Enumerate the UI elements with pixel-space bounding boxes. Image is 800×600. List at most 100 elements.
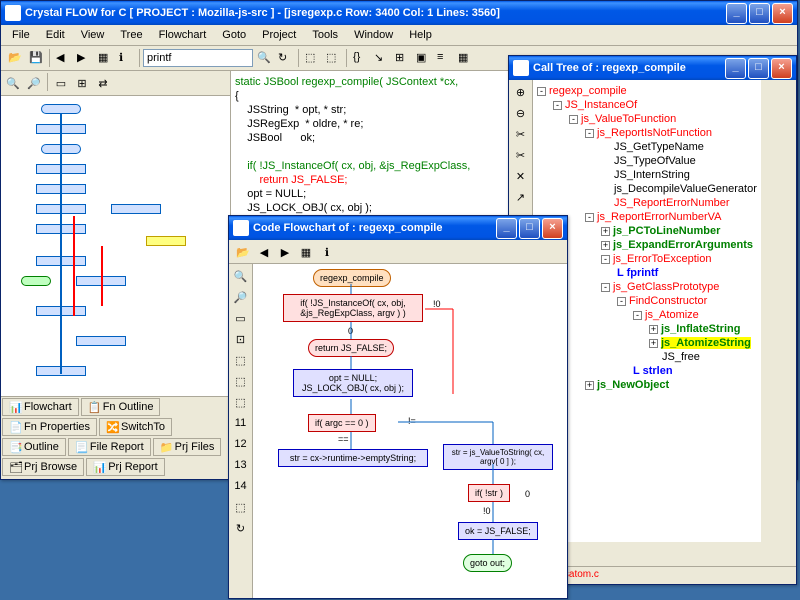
fc-ret1-node[interactable]: return JS_FALSE; — [308, 339, 394, 357]
fc-stmt1-node[interactable]: opt = NULL; JS_LOCK_OBJ( cx, obj ); — [293, 369, 413, 397]
list-icon[interactable]: ≡ — [434, 48, 454, 68]
close-button[interactable]: × — [542, 218, 563, 239]
tree-toggle-icon[interactable]: - — [601, 283, 610, 292]
tree-node[interactable]: -regexp_compile — [537, 84, 757, 98]
layout-icon[interactable]: ⊞ — [72, 73, 92, 93]
maximize-button[interactable]: □ — [749, 3, 770, 24]
tab-prj-browse[interactable]: 🗂Prj Browse — [2, 458, 84, 476]
minimize-button[interactable]: _ — [725, 58, 746, 79]
fc-stmt3-node[interactable]: str = js_ValueToString( cx, argv[ 0 ] ); — [443, 444, 553, 470]
menu-tools[interactable]: Tools — [305, 27, 345, 43]
fc-stmt2-node[interactable]: str = cx->runtime->emptyString; — [278, 449, 428, 467]
tree-node[interactable]: -js_ReportErrorNumberVA — [537, 210, 757, 224]
fit3-icon[interactable]: ⊡ — [231, 329, 251, 349]
close-button[interactable]: × — [771, 58, 792, 79]
maximize-button[interactable]: □ — [748, 58, 769, 79]
tree-node[interactable]: -js_Atomize — [537, 308, 757, 322]
fc-cond3-node[interactable]: if( !str ) — [468, 484, 510, 502]
minimize-button[interactable]: _ — [726, 3, 747, 24]
tree-toggle-icon[interactable]: - — [553, 101, 562, 110]
tree-node[interactable]: +js_NewObject — [537, 378, 757, 392]
zoom-out-icon[interactable]: 🔍 — [3, 73, 23, 93]
tree-node[interactable]: -js_GetClassPrototype — [537, 280, 757, 294]
tree-toggle-icon[interactable]: + — [601, 227, 610, 236]
floppy-icon[interactable]: 💾 — [26, 48, 46, 68]
zoom2-icon[interactable]: 🔎 — [231, 287, 251, 307]
tree-toggle-icon[interactable]: - — [601, 255, 610, 264]
info2-icon[interactable]: ℹ — [317, 242, 337, 262]
tool-a-icon[interactable]: ⬚ — [302, 48, 322, 68]
tree-node[interactable]: -js_ReportIsNotFunction — [537, 126, 757, 140]
n14-icon[interactable]: 14 — [231, 476, 251, 496]
t4-icon[interactable]: ⬚ — [231, 497, 251, 517]
tree-node[interactable]: JS_ReportErrorNumber — [537, 196, 757, 210]
tree-toggle-icon[interactable]: - — [585, 213, 594, 222]
fc-stmt4-node[interactable]: ok = JS_FALSE; — [458, 522, 538, 540]
forward-icon[interactable]: ▶ — [74, 48, 94, 68]
tree-node[interactable]: JS_GetTypeName — [537, 140, 757, 154]
menu-flowchart[interactable]: Flowchart — [152, 27, 214, 43]
tool-b-icon[interactable]: ⬚ — [323, 48, 343, 68]
menu-goto[interactable]: Goto — [215, 27, 253, 43]
tree-toggle-icon[interactable]: + — [649, 325, 658, 334]
tree-node[interactable]: +js_PCToLineNumber — [537, 224, 757, 238]
menu-tree[interactable]: Tree — [113, 27, 149, 43]
open2-icon[interactable]: 📂 — [233, 242, 253, 262]
tab-fn-outline[interactable]: 📋Fn Outline — [81, 398, 161, 416]
search-next-icon[interactable]: ↻ — [275, 48, 295, 68]
tree-node[interactable]: -FindConstructor — [537, 294, 757, 308]
arrow-icon[interactable]: ↗ — [511, 187, 531, 207]
search-icon[interactable]: 🔍 — [254, 48, 274, 68]
close2-icon[interactable]: ✕ — [511, 166, 531, 186]
menu-project[interactable]: Project — [255, 27, 303, 43]
maximize-button[interactable]: □ — [519, 218, 540, 239]
box-icon[interactable]: ▣ — [413, 48, 433, 68]
open-icon[interactable]: 📂 — [5, 48, 25, 68]
n11-icon[interactable]: 11 — [231, 413, 251, 433]
bracket-icon[interactable]: {} — [350, 48, 370, 68]
close-button[interactable]: × — [772, 3, 793, 24]
sync-icon[interactable]: ⇄ — [93, 73, 113, 93]
menu-help[interactable]: Help — [402, 27, 439, 43]
t2-icon[interactable]: ⬚ — [231, 371, 251, 391]
tree-node[interactable]: -js_ValueToFunction — [537, 112, 757, 126]
nav1-icon[interactable]: ◀ — [254, 242, 274, 262]
tree-node[interactable]: JS_free — [537, 350, 757, 364]
collapse-icon[interactable]: ⊖ — [511, 103, 531, 123]
tree-toggle-icon[interactable]: - — [633, 311, 642, 320]
tree-toggle-icon[interactable]: - — [585, 129, 594, 138]
fc-start-node[interactable]: regexp_compile — [313, 269, 391, 287]
expand-icon[interactable]: ⊕ — [511, 82, 531, 102]
tree-node[interactable]: L fprintf — [537, 266, 757, 280]
info-icon[interactable]: ℹ — [116, 48, 136, 68]
menu-file[interactable]: File — [5, 27, 37, 43]
t5-icon[interactable]: ↻ — [231, 518, 251, 538]
tab-flowchart[interactable]: 📊Flowchart — [2, 398, 79, 416]
mini-flowchart-canvas[interactable] — [1, 96, 230, 396]
indent-icon[interactable]: ▦ — [95, 48, 115, 68]
tab-prj-files[interactable]: 📁Prj Files — [153, 438, 222, 456]
grid2-icon[interactable]: ▦ — [296, 242, 316, 262]
scissors-icon[interactable]: ✂ — [511, 124, 531, 144]
tree-node[interactable]: JS_InternString — [537, 168, 757, 182]
tree-node[interactable]: +js_InflateString — [537, 322, 757, 336]
tab-file-report[interactable]: 📃File Report — [68, 438, 151, 456]
tab-switchto[interactable]: 🔀SwitchTo — [99, 418, 172, 436]
fit-icon[interactable]: ▭ — [51, 73, 71, 93]
step-icon[interactable]: ↘ — [371, 48, 391, 68]
fc-cond1-node[interactable]: if( !JS_InstanceOf( cx, obj, &js_RegExpC… — [283, 294, 423, 322]
zoom-in-icon[interactable]: 🔎 — [24, 73, 44, 93]
tree-toggle-icon[interactable]: + — [649, 339, 658, 348]
grid-icon[interactable]: ▦ — [455, 48, 475, 68]
tree-node[interactable]: -js_ErrorToException — [537, 252, 757, 266]
t3-icon[interactable]: ⬚ — [231, 392, 251, 412]
search-input[interactable] — [143, 49, 253, 67]
n12-icon[interactable]: 12 — [231, 434, 251, 454]
tree-node[interactable]: +js_AtomizeString — [537, 336, 757, 350]
tree-toggle-icon[interactable]: - — [617, 297, 626, 306]
n13-icon[interactable]: 13 — [231, 455, 251, 475]
menu-edit[interactable]: Edit — [39, 27, 72, 43]
fc-goto-node[interactable]: goto out; — [463, 554, 512, 572]
tree-node[interactable]: JS_TypeOfValue — [537, 154, 757, 168]
tab-fn-properties[interactable]: 📄Fn Properties — [2, 418, 97, 436]
